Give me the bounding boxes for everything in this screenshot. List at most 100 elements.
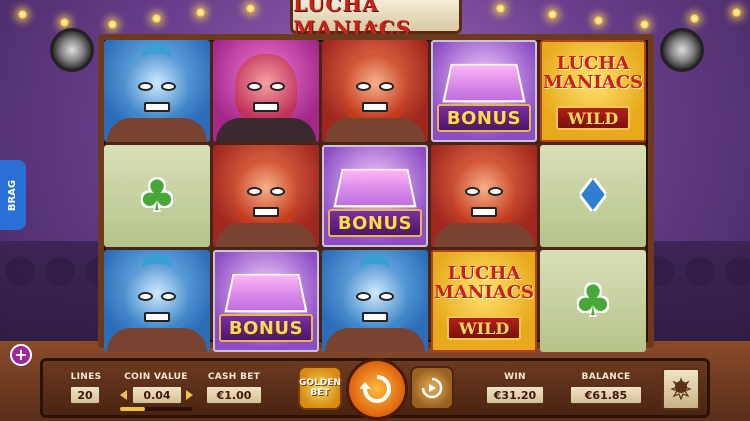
reel-cell: BONUS [322,145,428,247]
game-title-sign: LUCHA MANIACS ★ ★ ★ [290,0,462,40]
eye [379,292,394,301]
eye [138,292,153,301]
reel-cell [213,40,319,142]
cash-bet-label: CASH BET [207,372,261,382]
reel-cell [213,145,319,247]
wild-label: WILD [567,108,619,128]
speaker-left-icon [50,28,94,72]
speaker-right-icon [660,28,704,72]
wrestling-ring-icon [224,273,308,313]
diamond-icon: ♦ [574,171,612,220]
eye [270,82,285,91]
reel-grid: BONUS LUCHA MANIACS WILD ♣ BONUS ♦ BONUS LUCHA … [104,40,646,352]
mouth [253,207,279,217]
cash-bet-value: €1.00 [206,386,262,404]
eye [247,82,262,91]
wrestling-ring-icon [333,168,417,208]
coin-value-value: 0.04 [132,386,182,404]
reel-cell: ♣ [540,250,646,352]
autoplay-icon [421,377,443,399]
red-wrestler-icon [235,159,297,231]
mouth [253,102,279,112]
menu-emblem-icon [670,377,692,401]
light-bulb [640,20,649,29]
light-bulb [594,16,603,25]
reel-cell [322,40,428,142]
reel-cell: ♦ [540,145,646,247]
reel-cell: BONUS [431,40,537,142]
wrestler-body [325,118,425,142]
brag-tab[interactable]: BRAG [0,160,26,230]
light-bulb [18,10,27,19]
coin-value-decrease-icon[interactable] [120,390,127,400]
eye [247,187,262,196]
light-bulb [60,18,69,27]
mouth [362,102,388,112]
eye [488,187,503,196]
balance-value: €61.85 [570,386,642,404]
reel-cell: LUCHA MANIACS WILD [431,250,537,352]
bonus-label: BONUS [446,107,522,129]
menu-button[interactable] [662,368,700,410]
bonus-banner: BONUS [437,104,531,132]
light-bulb [152,14,161,23]
mouth [144,312,170,322]
mouth [362,312,388,322]
eye [161,292,176,301]
blue-wrestler-icon [344,264,406,336]
blue-wrestler-icon [126,264,188,336]
lines-label: LINES [70,372,102,382]
light-bulb [690,14,699,23]
autoplay-button[interactable] [410,366,454,410]
wrestling-ring-icon [442,63,526,103]
club-icon: ♣ [574,276,612,325]
reel-cell [104,40,210,142]
golden-bet-label: GOLDEN BET [299,378,341,398]
lines-value[interactable]: 20 [70,386,100,404]
reel-cell [431,145,537,247]
wild-logo-text: LUCHA MANIACS [433,263,535,303]
wild-logo-text: LUCHA MANIACS [542,53,644,93]
light-bulb [108,20,117,29]
light-bulb [196,8,205,17]
balance-label: BALANCE [581,372,631,382]
light-bulb [732,8,741,17]
eye [465,187,480,196]
reel-cell: ♣ [104,145,210,247]
light-bulb [246,4,255,13]
coin-value-label: COIN VALUE [124,372,188,382]
mouth [144,102,170,112]
club-icon: ♣ [138,171,176,220]
pink-wrestler-icon [235,54,297,126]
wild-label: WILD [458,318,510,338]
wrestler-body [107,328,207,352]
eye [379,82,394,91]
eye [356,292,371,301]
coin-value-increase-icon[interactable] [186,390,193,400]
light-bulb [496,4,505,13]
bonus-banner: BONUS [328,209,422,237]
mouth [471,207,497,217]
bonus-label: BONUS [337,212,413,234]
wrestler-body [434,223,534,247]
spin-button[interactable] [346,358,408,420]
reel-cell [104,250,210,352]
red-wrestler-icon [344,54,406,126]
eye [356,82,371,91]
expand-menu-button[interactable]: + [10,344,32,366]
coin-value-slider-fill [120,407,145,411]
reel-cell [322,250,428,352]
wild-banner: WILD [447,316,521,340]
reel-cell: LUCHA MANIACS WILD [540,40,646,142]
eye [138,82,153,91]
light-bulb [548,10,557,19]
eye [270,187,285,196]
wrestler-body [325,328,425,352]
blue-wrestler-icon [126,54,188,126]
bonus-banner: BONUS [219,314,313,342]
wild-banner: WILD [556,106,630,130]
win-label: WIN [504,372,526,382]
golden-bet-button[interactable]: GOLDEN BET [298,366,342,410]
eye [161,82,176,91]
bonus-label: BONUS [228,317,304,339]
